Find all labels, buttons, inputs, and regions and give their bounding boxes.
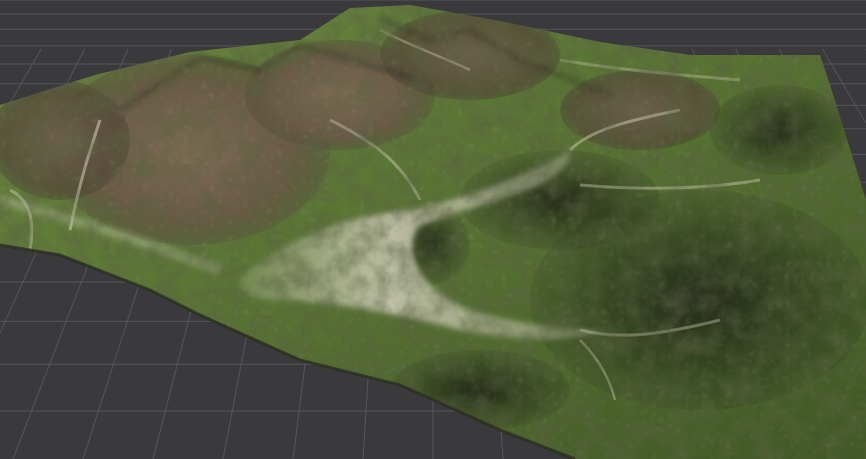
terrain-texture <box>0 5 866 459</box>
terrain-scene[interactable] <box>0 0 866 459</box>
terrain-mesh[interactable] <box>0 0 866 459</box>
3d-viewport[interactable] <box>0 0 866 459</box>
